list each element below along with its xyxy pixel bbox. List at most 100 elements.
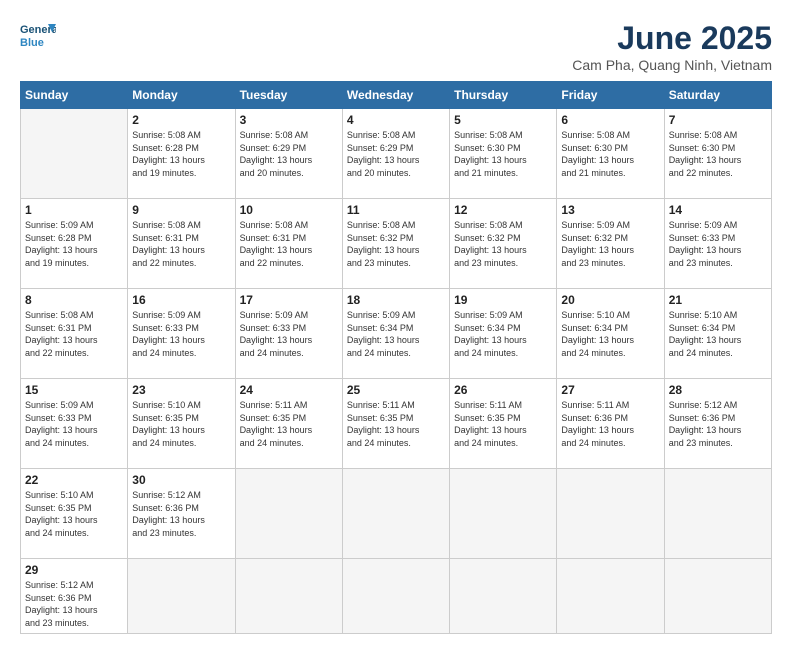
calendar-cell: 25 Sunrise: 5:11 AM Sunset: 6:35 PM Dayli… <box>342 379 449 469</box>
day-number: 7 <box>669 113 767 127</box>
day-number: 28 <box>669 383 767 397</box>
day-number: 4 <box>347 113 445 127</box>
calendar-cell: 27 Sunrise: 5:11 AM Sunset: 6:36 PM Dayli… <box>557 379 664 469</box>
location-subtitle: Cam Pha, Quang Ninh, Vietnam <box>572 57 772 73</box>
calendar-cell: 20 Sunrise: 5:10 AM Sunset: 6:34 PM Dayli… <box>557 289 664 379</box>
day-info: Sunrise: 5:08 AM Sunset: 6:30 PM Dayligh… <box>454 129 552 179</box>
day-info: Sunrise: 5:08 AM Sunset: 6:31 PM Dayligh… <box>240 219 338 269</box>
day-number: 18 <box>347 293 445 307</box>
day-info: Sunrise: 5:08 AM Sunset: 6:29 PM Dayligh… <box>240 129 338 179</box>
day-info: Sunrise: 5:09 AM Sunset: 6:33 PM Dayligh… <box>25 399 123 449</box>
calendar-cell <box>128 559 235 634</box>
day-number: 22 <box>25 473 123 487</box>
weekday-header-saturday: Saturday <box>664 82 771 109</box>
day-info: Sunrise: 5:10 AM Sunset: 6:34 PM Dayligh… <box>561 309 659 359</box>
calendar-cell: 23 Sunrise: 5:10 AM Sunset: 6:35 PM Dayli… <box>128 379 235 469</box>
weekday-header-friday: Friday <box>557 82 664 109</box>
calendar-cell: 16 Sunrise: 5:09 AM Sunset: 6:33 PM Dayli… <box>128 289 235 379</box>
day-info: Sunrise: 5:08 AM Sunset: 6:30 PM Dayligh… <box>561 129 659 179</box>
weekday-header-monday: Monday <box>128 82 235 109</box>
day-info: Sunrise: 5:12 AM Sunset: 6:36 PM Dayligh… <box>669 399 767 449</box>
calendar-cell: 9 Sunrise: 5:08 AM Sunset: 6:31 PM Daylig… <box>128 199 235 289</box>
calendar-cell: 8 Sunrise: 5:08 AM Sunset: 6:31 PM Daylig… <box>21 289 128 379</box>
day-info: Sunrise: 5:09 AM Sunset: 6:28 PM Dayligh… <box>25 219 123 269</box>
calendar-cell: 24Sunrise: 5:11 AM Sunset: 6:35 PM Dayli… <box>235 379 342 469</box>
day-info: Sunrise: 5:08 AM Sunset: 6:32 PM Dayligh… <box>347 219 445 269</box>
calendar-cell: 4 Sunrise: 5:08 AM Sunset: 6:29 PM Daylig… <box>342 109 449 199</box>
day-number: 21 <box>669 293 767 307</box>
calendar-cell <box>342 559 449 634</box>
day-number: 1 <box>25 203 123 217</box>
calendar-cell: 12 Sunrise: 5:08 AM Sunset: 6:32 PM Dayli… <box>450 199 557 289</box>
day-number: 8 <box>25 293 123 307</box>
day-number: 25 <box>347 383 445 397</box>
calendar-cell <box>450 559 557 634</box>
day-number: 30 <box>132 473 230 487</box>
day-info: Sunrise: 5:11 AM Sunset: 6:35 PM Dayligh… <box>347 399 445 449</box>
weekday-header-thursday: Thursday <box>450 82 557 109</box>
day-number: 14 <box>669 203 767 217</box>
day-number: 23 <box>132 383 230 397</box>
day-number: 11 <box>347 203 445 217</box>
page-header: General Blue June 2025 Cam Pha, Quang Ni… <box>20 20 772 73</box>
calendar-cell: 14Sunrise: 5:09 AM Sunset: 6:33 PM Dayli… <box>664 199 771 289</box>
day-info: Sunrise: 5:08 AM Sunset: 6:31 PM Dayligh… <box>132 219 230 269</box>
day-number: 19 <box>454 293 552 307</box>
day-info: Sunrise: 5:09 AM Sunset: 6:33 PM Dayligh… <box>132 309 230 359</box>
day-info: Sunrise: 5:12 AM Sunset: 6:36 PM Dayligh… <box>25 579 123 629</box>
day-number: 3 <box>240 113 338 127</box>
day-info: Sunrise: 5:09 AM Sunset: 6:34 PM Dayligh… <box>347 309 445 359</box>
day-number: 26 <box>454 383 552 397</box>
day-number: 27 <box>561 383 659 397</box>
calendar-cell: 3 Sunrise: 5:08 AM Sunset: 6:29 PM Daylig… <box>235 109 342 199</box>
day-info: Sunrise: 5:10 AM Sunset: 6:34 PM Dayligh… <box>669 309 767 359</box>
calendar-cell: 21 Sunrise: 5:10 AM Sunset: 6:34 PM Dayli… <box>664 289 771 379</box>
calendar-cell: 2Sunrise: 5:08 AM Sunset: 6:28 PM Daylig… <box>128 109 235 199</box>
calendar-cell: 18 Sunrise: 5:09 AM Sunset: 6:34 PM Dayli… <box>342 289 449 379</box>
general-blue-logo-icon: General Blue <box>20 20 56 50</box>
calendar-cell: 29Sunrise: 5:12 AM Sunset: 6:36 PM Dayli… <box>21 559 128 634</box>
weekday-header-tuesday: Tuesday <box>235 82 342 109</box>
day-info: Sunrise: 5:08 AM Sunset: 6:31 PM Dayligh… <box>25 309 123 359</box>
calendar-cell <box>557 559 664 634</box>
calendar-cell: 6Sunrise: 5:08 AM Sunset: 6:30 PM Daylig… <box>557 109 664 199</box>
calendar-cell <box>342 469 449 559</box>
month-year-title: June 2025 <box>572 20 772 57</box>
day-number: 13 <box>561 203 659 217</box>
calendar-table: SundayMondayTuesdayWednesdayThursdayFrid… <box>20 81 772 634</box>
calendar-cell: 13Sunrise: 5:09 AM Sunset: 6:32 PM Dayli… <box>557 199 664 289</box>
day-number: 12 <box>454 203 552 217</box>
logo: General Blue <box>20 20 56 50</box>
calendar-cell <box>557 469 664 559</box>
day-number: 5 <box>454 113 552 127</box>
day-info: Sunrise: 5:09 AM Sunset: 6:33 PM Dayligh… <box>240 309 338 359</box>
day-number: 10 <box>240 203 338 217</box>
svg-text:Blue: Blue <box>20 37 44 49</box>
day-info: Sunrise: 5:08 AM Sunset: 6:30 PM Dayligh… <box>669 129 767 179</box>
day-info: Sunrise: 5:10 AM Sunset: 6:35 PM Dayligh… <box>25 489 123 539</box>
day-number: 20 <box>561 293 659 307</box>
day-info: Sunrise: 5:11 AM Sunset: 6:35 PM Dayligh… <box>454 399 552 449</box>
day-info: Sunrise: 5:11 AM Sunset: 6:36 PM Dayligh… <box>561 399 659 449</box>
calendar-cell: 17 Sunrise: 5:09 AM Sunset: 6:33 PM Dayli… <box>235 289 342 379</box>
day-info: Sunrise: 5:09 AM Sunset: 6:34 PM Dayligh… <box>454 309 552 359</box>
calendar-cell <box>664 559 771 634</box>
day-number: 17 <box>240 293 338 307</box>
calendar-cell: 10 Sunrise: 5:08 AM Sunset: 6:31 PM Dayli… <box>235 199 342 289</box>
day-number: 9 <box>132 203 230 217</box>
calendar-cell: 11 Sunrise: 5:08 AM Sunset: 6:32 PM Dayli… <box>342 199 449 289</box>
day-info: Sunrise: 5:08 AM Sunset: 6:32 PM Dayligh… <box>454 219 552 269</box>
calendar-cell: 26 Sunrise: 5:11 AM Sunset: 6:35 PM Dayli… <box>450 379 557 469</box>
day-info: Sunrise: 5:08 AM Sunset: 6:28 PM Dayligh… <box>132 129 230 179</box>
calendar-cell <box>664 469 771 559</box>
calendar-cell: 1 Sunrise: 5:09 AM Sunset: 6:28 PM Daylig… <box>21 199 128 289</box>
day-info: Sunrise: 5:08 AM Sunset: 6:29 PM Dayligh… <box>347 129 445 179</box>
day-info: Sunrise: 5:12 AM Sunset: 6:36 PM Dayligh… <box>132 489 230 539</box>
day-number: 24 <box>240 383 338 397</box>
day-info: Sunrise: 5:10 AM Sunset: 6:35 PM Dayligh… <box>132 399 230 449</box>
weekday-header-wednesday: Wednesday <box>342 82 449 109</box>
calendar-cell <box>450 469 557 559</box>
calendar-cell: 28 Sunrise: 5:12 AM Sunset: 6:36 PM Dayli… <box>664 379 771 469</box>
day-number: 16 <box>132 293 230 307</box>
calendar-cell <box>21 109 128 199</box>
